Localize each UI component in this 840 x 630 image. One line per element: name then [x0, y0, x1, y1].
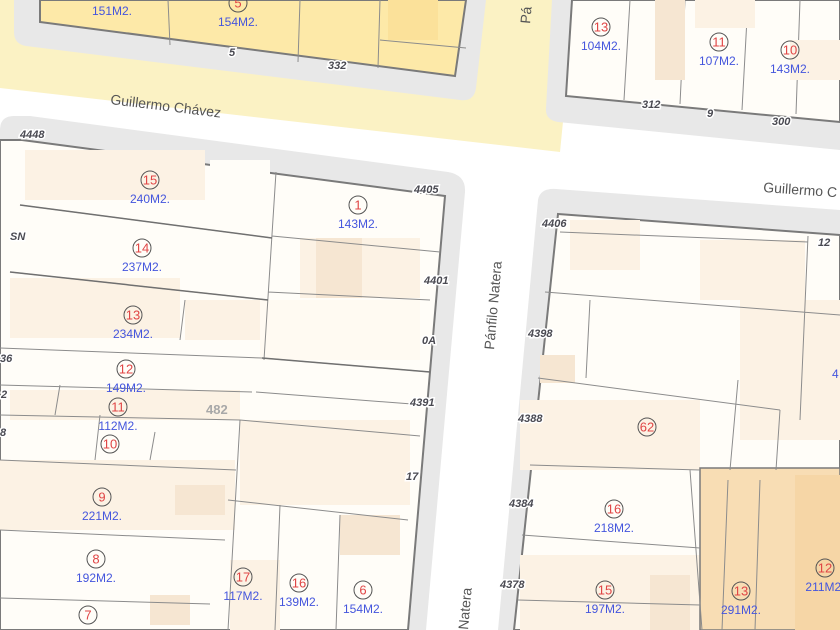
lot-area: 112M2.	[98, 419, 137, 433]
lot-area: 107M2.	[699, 54, 739, 68]
lot-area: 154M2.	[218, 15, 258, 29]
street-label-natera-south: Natera	[455, 587, 475, 630]
lot-number: 17	[236, 570, 250, 585]
lot-area: 139M2.	[279, 595, 319, 609]
door-number: 4388	[517, 413, 543, 425]
lot-area: 218M2.	[594, 521, 634, 535]
edge-label: 4	[832, 367, 839, 381]
lot-number: 62	[640, 420, 654, 435]
lot-marker[interactable]: 151M2.	[92, 4, 132, 18]
door-number: 4405	[413, 184, 439, 196]
lot-number: 1	[354, 198, 361, 213]
door-number: 0A	[422, 335, 436, 347]
door-number: 4406	[541, 218, 567, 230]
lot-area: 192M2.	[76, 571, 116, 585]
door-number: 5	[229, 47, 236, 59]
lot-number: 9	[98, 490, 105, 505]
lot-area: 104M2.	[581, 39, 621, 53]
lot-area: 211M2.	[805, 580, 840, 594]
block-center-right[interactable]	[498, 188, 840, 630]
door-number: 9	[707, 108, 714, 120]
lot-number: 10	[783, 43, 797, 58]
lot-number: 12	[119, 362, 133, 377]
door-number: 36	[0, 353, 13, 365]
block-center-left[interactable]	[0, 116, 466, 630]
lot-number: 7	[84, 608, 91, 623]
lot-number: 16	[607, 502, 621, 517]
lot-number: 11	[111, 400, 125, 415]
lot-number: 11	[712, 35, 726, 50]
door-number: 12	[818, 237, 830, 249]
lot-area: 237M2.	[122, 260, 162, 274]
street-label-guillermo-chavez-east: Guillermo C	[763, 179, 838, 200]
door-number: 332	[328, 60, 346, 72]
lot-area: 151M2.	[92, 4, 132, 18]
door-number: 482	[206, 402, 228, 417]
street-label-panfilo-natera: Pánfilo Natera	[481, 260, 505, 350]
lot-area: 221M2.	[82, 509, 122, 523]
door-number: 4384	[508, 498, 533, 510]
door-number: 4401	[423, 275, 448, 287]
lot-area: 197M2.	[585, 602, 625, 616]
door-number: 17	[406, 471, 419, 483]
lot-number: 14	[135, 241, 149, 256]
cadastral-map[interactable]: Guillermo Chávez Guillermo C Pánfilo Nat…	[0, 0, 840, 630]
lot-number: 8	[92, 552, 99, 567]
lot-number: 13	[734, 584, 748, 599]
lot-number: 13	[126, 308, 140, 323]
lot-number: 16	[292, 576, 306, 591]
lot-area: 143M2.	[770, 62, 810, 76]
lot-number: 12	[818, 561, 832, 576]
door-number: 4398	[527, 328, 553, 340]
door-number: 300	[772, 116, 791, 128]
street-label-panfilo-top: Pá	[517, 6, 534, 25]
lot-marker[interactable]: 10	[100, 434, 120, 454]
lot-number: 15	[143, 173, 157, 188]
lot-marker[interactable]: 62	[637, 417, 657, 437]
lot-number: 10	[103, 437, 117, 452]
door-number: 4448	[19, 129, 45, 141]
lot-number: 5	[234, 0, 241, 11]
lot-area: 154M2.	[343, 602, 383, 616]
door-number: 4378	[499, 579, 525, 591]
door-number: 4391	[409, 397, 434, 409]
lot-area: 234M2.	[113, 327, 153, 341]
door-number: SN	[10, 231, 26, 243]
door-number: 312	[642, 99, 660, 111]
lot-number: 15	[598, 583, 612, 598]
lot-area: 149M2.	[106, 381, 146, 395]
lot-number: 6	[359, 583, 366, 598]
door-number: 2	[0, 389, 7, 401]
lot-area: 240M2.	[130, 192, 170, 206]
door-number: 8	[0, 427, 7, 439]
lot-number: 13	[594, 20, 608, 35]
lot-area: 291M2.	[721, 603, 761, 617]
lot-area: 117M2.	[223, 589, 262, 603]
lot-area: 143M2.	[338, 217, 378, 231]
